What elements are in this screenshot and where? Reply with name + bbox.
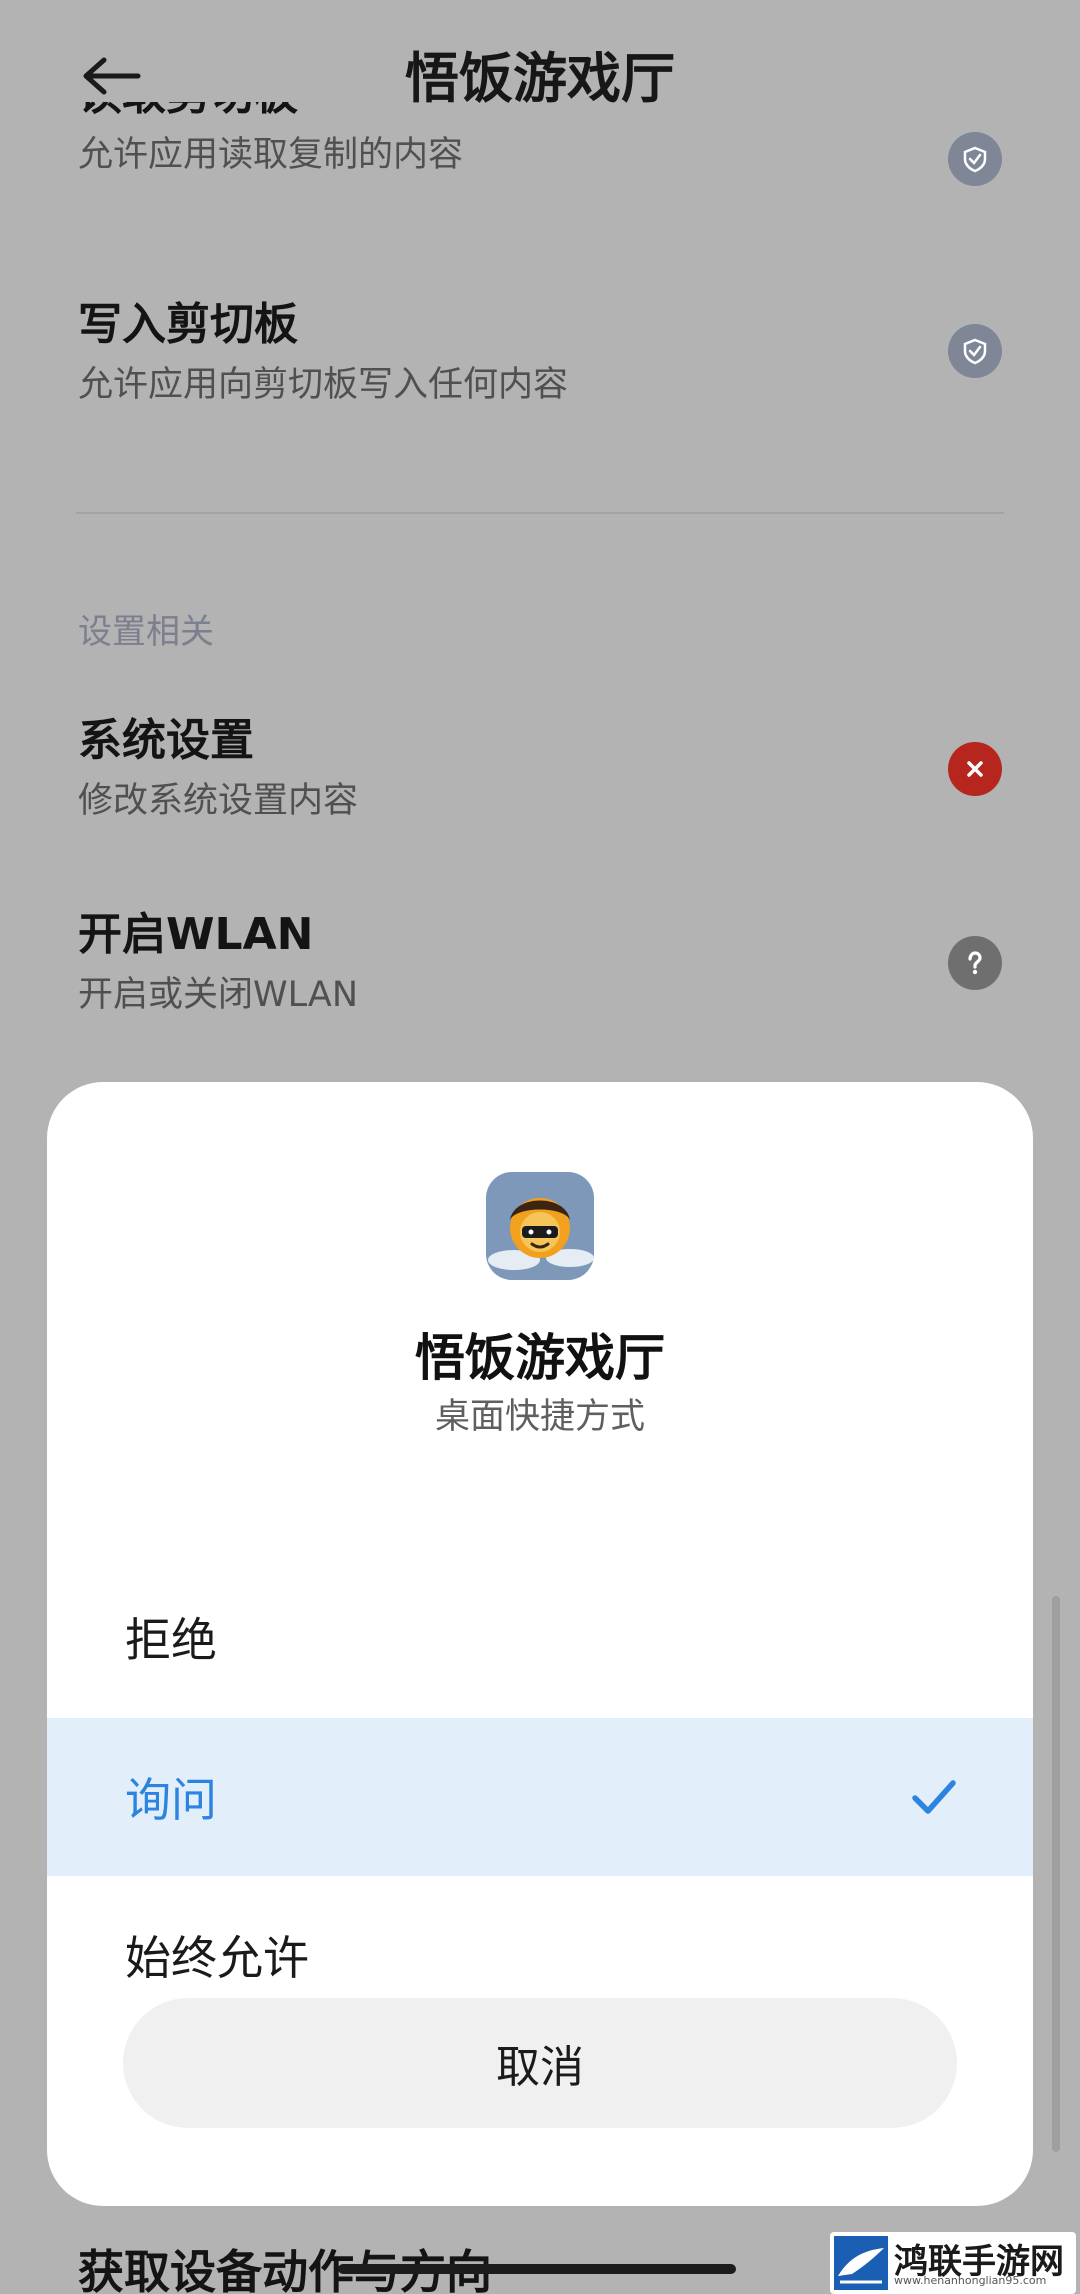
dialog-app-name: 悟饭游戏厅 [415,1329,665,1387]
option-label: 始终允许 [125,1931,309,1985]
gesture-navigation-bar[interactable] [338,2264,736,2274]
shield-check-icon [963,338,987,365]
cancel-button[interactable]: 取消 [123,1998,957,2128]
option-label: 拒绝 [125,1613,217,1667]
permission-name: 开启WLAN [78,909,314,960]
ask-status-icon [948,936,1002,990]
permission-dialog: 悟饭游戏厅 桌面快捷方式 拒绝 询问 始终允许 取消 [47,1082,1033,2206]
allowed-status-icon [948,324,1002,378]
permission-name: 写入剪切板 [78,299,298,350]
section-header-settings: 设置相关 [78,612,214,652]
option-label: 询问 [125,1773,217,1827]
question-mark-icon [968,951,982,975]
dialog-subtitle: 桌面快捷方式 [434,1397,645,1437]
permission-item-write-clipboard[interactable]: 写入剪切板 允许应用向剪切板写入任何内容 [78,296,1002,407]
denied-status-icon [948,742,1002,796]
bird-logo-icon [834,2236,888,2290]
divider [76,512,1004,514]
option-deny[interactable]: 拒绝 [47,1558,1033,1716]
permission-desc: 允许应用向剪切板写入任何内容 [78,365,569,405]
watermark: 鸿联手游网 www.henanhonglian95.com [830,2232,1076,2294]
option-ask[interactable]: 询问 [47,1718,1033,1876]
scrollbar[interactable] [1052,1596,1060,2152]
permission-desc: 开启或关闭WLAN [78,975,359,1015]
app-icon [486,1172,594,1280]
checkmark-icon [912,1780,956,1814]
watermark-url: www.henanhonglian95.com [894,2274,1047,2287]
permission-name: 系统设置 [78,715,254,766]
allowed-status-icon [948,132,1002,186]
permission-desc: 允许应用读取复制的内容 [78,135,464,175]
shield-check-icon [963,146,987,173]
permission-item-read-clipboard[interactable]: 读取剪切板 允许应用读取复制的内容 [78,102,1002,202]
close-icon [967,761,983,777]
permission-desc: 修改系统设置内容 [78,781,359,821]
permission-item-wlan[interactable]: 开启WLAN 开启或关闭WLAN [78,906,1002,1017]
permission-item-system-settings[interactable]: 系统设置 修改系统设置内容 [78,712,1002,823]
screen: 悟饭游戏厅 读取剪切板 允许应用读取复制的内容 写入剪切板 允许应用向剪切板写入… [0,0,1080,2294]
permission-name: 读取剪切板 [78,102,1002,124]
